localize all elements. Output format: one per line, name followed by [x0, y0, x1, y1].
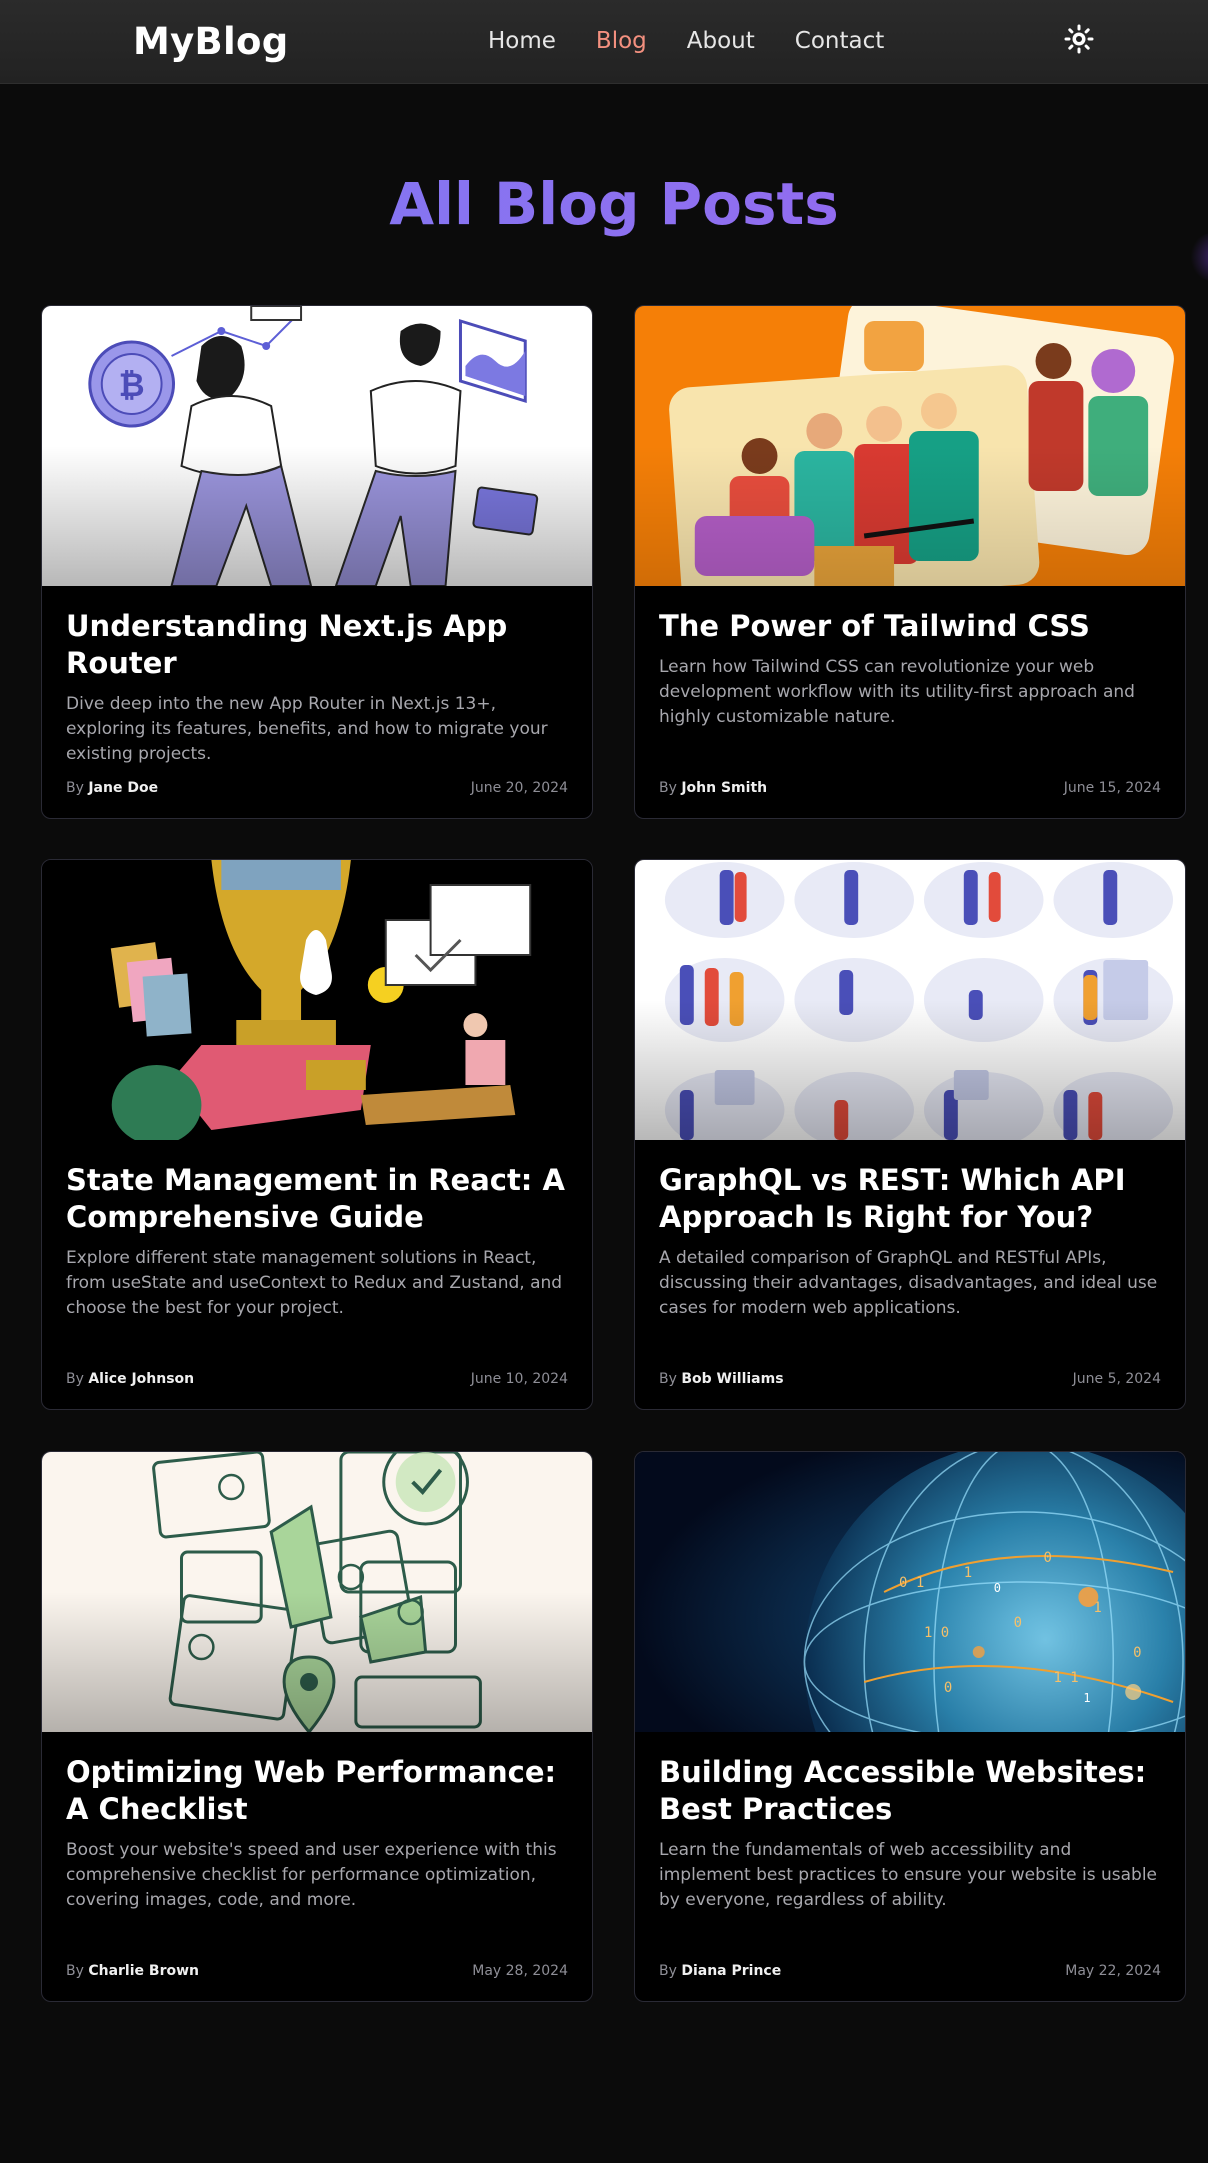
post-title[interactable]: Understanding Next.js App Router: [66, 608, 568, 682]
post-thumbnail: [635, 860, 1185, 1140]
blog-post-card[interactable]: GraphQL vs REST: Which API Approach Is R…: [634, 859, 1186, 1410]
post-author: Alice Johnson: [88, 1371, 195, 1387]
blog-post-card[interactable]: State Management in React: A Comprehensi…: [41, 859, 593, 1410]
post-title[interactable]: Optimizing Web Performance: A Checklist: [66, 1754, 568, 1828]
post-author: Charlie Brown: [88, 1963, 199, 1979]
blog-post-card[interactable]: 0 110 1 001 01 10 0 1 Building Accessibl…: [634, 1451, 1186, 2002]
post-thumbnail: [42, 1452, 592, 1732]
svg-text:1: 1: [964, 1565, 972, 1581]
post-meta: By John Smith June 15, 2024: [659, 780, 1161, 796]
post-byline: By Jane Doe: [66, 780, 159, 796]
post-description: Explore different state management solut…: [66, 1248, 563, 1318]
post-byline: By Alice Johnson: [66, 1371, 195, 1387]
decorative-glow: [1188, 232, 1208, 282]
post-meta: By Alice Johnson June 10, 2024: [66, 1371, 568, 1387]
nav-link-about[interactable]: About: [687, 28, 755, 54]
theme-toggle-button[interactable]: [1060, 20, 1098, 58]
main-nav: Home Blog About Contact: [488, 28, 924, 54]
post-meta: By Charlie Brown May 28, 2024: [66, 1963, 568, 1979]
post-author: Jane Doe: [88, 780, 159, 796]
post-thumbnail: [635, 306, 1185, 586]
post-title[interactable]: The Power of Tailwind CSS: [659, 608, 1161, 645]
post-meta: By Bob Williams June 5, 2024: [659, 1371, 1161, 1387]
nav-link-blog[interactable]: Blog: [596, 28, 647, 54]
sun-icon: [1064, 24, 1094, 54]
post-description: A detailed comparison of GraphQL and RES…: [659, 1248, 1158, 1318]
svg-text:1 0: 1 0: [924, 1625, 949, 1641]
nav-link-contact[interactable]: Contact: [795, 28, 884, 54]
post-title[interactable]: Building Accessible Websites: Best Pract…: [659, 1754, 1161, 1828]
post-byline: By John Smith: [659, 780, 768, 796]
post-description: Dive deep into the new App Router in Nex…: [66, 694, 548, 764]
nav-link-home[interactable]: Home: [488, 28, 556, 54]
post-date: June 5, 2024: [1072, 1371, 1161, 1387]
post-title[interactable]: GraphQL vs REST: Which API Approach Is R…: [659, 1162, 1161, 1236]
site-logo[interactable]: MyBlog: [133, 20, 289, 63]
post-description: Learn how Tailwind CSS can revolutionize…: [659, 657, 1135, 727]
svg-text:1 1: 1 1: [1053, 1670, 1078, 1686]
post-byline: By Bob Williams: [659, 1371, 784, 1387]
post-date: May 22, 2024: [1065, 1963, 1161, 1979]
svg-text:₿: ₿: [119, 366, 145, 404]
post-author: Bob Williams: [681, 1371, 784, 1387]
page-title: All Blog Posts: [0, 170, 1208, 238]
post-author: Diana Prince: [681, 1963, 782, 1979]
post-byline: By Charlie Brown: [66, 1963, 199, 1979]
svg-text:0 1: 0 1: [899, 1575, 924, 1591]
svg-text:0: 0: [1014, 1615, 1022, 1631]
post-byline: By Diana Prince: [659, 1963, 782, 1979]
top-navbar: MyBlog Home Blog About Contact: [0, 0, 1208, 84]
post-date: June 15, 2024: [1063, 780, 1161, 796]
post-thumbnail: ₿: [42, 306, 592, 586]
post-date: June 10, 2024: [470, 1371, 568, 1387]
svg-text:1: 1: [1083, 1691, 1090, 1705]
svg-text:0: 0: [1044, 1550, 1052, 1566]
post-thumbnail: [42, 860, 592, 1140]
svg-text:0: 0: [944, 1680, 952, 1696]
post-thumbnail: 0 110 1 001 01 10 0 1: [635, 1452, 1185, 1732]
post-description: Learn the fundamentals of web accessibil…: [659, 1840, 1158, 1910]
post-author: John Smith: [681, 780, 768, 796]
post-description: Boost your website's speed and user expe…: [66, 1840, 557, 1910]
post-date: June 20, 2024: [470, 780, 568, 796]
blog-post-card[interactable]: ₿ Understanding Next.js App Router Dive …: [41, 305, 593, 819]
post-date: May 28, 2024: [472, 1963, 568, 1979]
blog-post-card[interactable]: The Power of Tailwind CSS Learn how Tail…: [634, 305, 1186, 819]
blog-post-card[interactable]: Optimizing Web Performance: A Checklist …: [41, 1451, 593, 2002]
svg-text:0: 0: [1133, 1645, 1141, 1661]
svg-text:0: 0: [994, 1581, 1001, 1595]
post-title[interactable]: State Management in React: A Comprehensi…: [66, 1162, 568, 1236]
post-meta: By Diana Prince May 22, 2024: [659, 1963, 1161, 1979]
post-meta: By Jane Doe June 20, 2024: [66, 780, 568, 796]
